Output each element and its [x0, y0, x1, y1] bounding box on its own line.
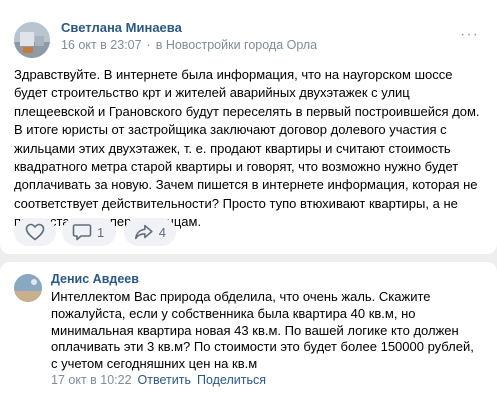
avatar-photo: [14, 274, 42, 302]
share-icon: [134, 224, 153, 240]
reply-link[interactable]: Ответить: [138, 373, 191, 387]
like-button[interactable]: [14, 218, 56, 246]
post-author-avatar[interactable]: [14, 22, 50, 58]
comment-text: Интеллектом Вас природа обделила, что оч…: [51, 289, 474, 372]
heart-icon: [25, 223, 45, 241]
meta-separator: ·: [146, 38, 151, 52]
share-link[interactable]: Поделиться: [197, 373, 266, 387]
comment-author-name[interactable]: Денис Авдеев: [51, 272, 139, 286]
post-meta: 16 окт в 23:07 · в Новостройки города Орла: [61, 38, 317, 52]
comment-button[interactable]: 1: [62, 218, 116, 246]
avatar-photo: [14, 22, 50, 58]
comment-author-avatar[interactable]: [14, 274, 42, 302]
post-card: Светлана Минаева 16 окт в 23:07 · в Новост…: [0, 0, 497, 254]
post-date[interactable]: 16 окт в 23:07: [61, 38, 142, 52]
comment-count: 1: [97, 224, 105, 240]
more-options-icon[interactable]: ···: [460, 26, 479, 44]
comment-meta: 17 окт в 10:22 Ответить Поделиться: [51, 373, 266, 387]
post-text: Здравствуйте. В интернете была информаци…: [14, 67, 480, 230]
share-button[interactable]: 4: [124, 218, 176, 246]
post-author-name[interactable]: Светлана Минаева: [61, 20, 182, 35]
post-actions: 1 4: [0, 218, 497, 246]
share-count: 4: [158, 224, 166, 240]
post-group-link[interactable]: в Новостройки города Орла: [156, 38, 317, 52]
comment-icon: [72, 224, 92, 241]
comment-date[interactable]: 17 окт в 10:22: [51, 373, 132, 387]
